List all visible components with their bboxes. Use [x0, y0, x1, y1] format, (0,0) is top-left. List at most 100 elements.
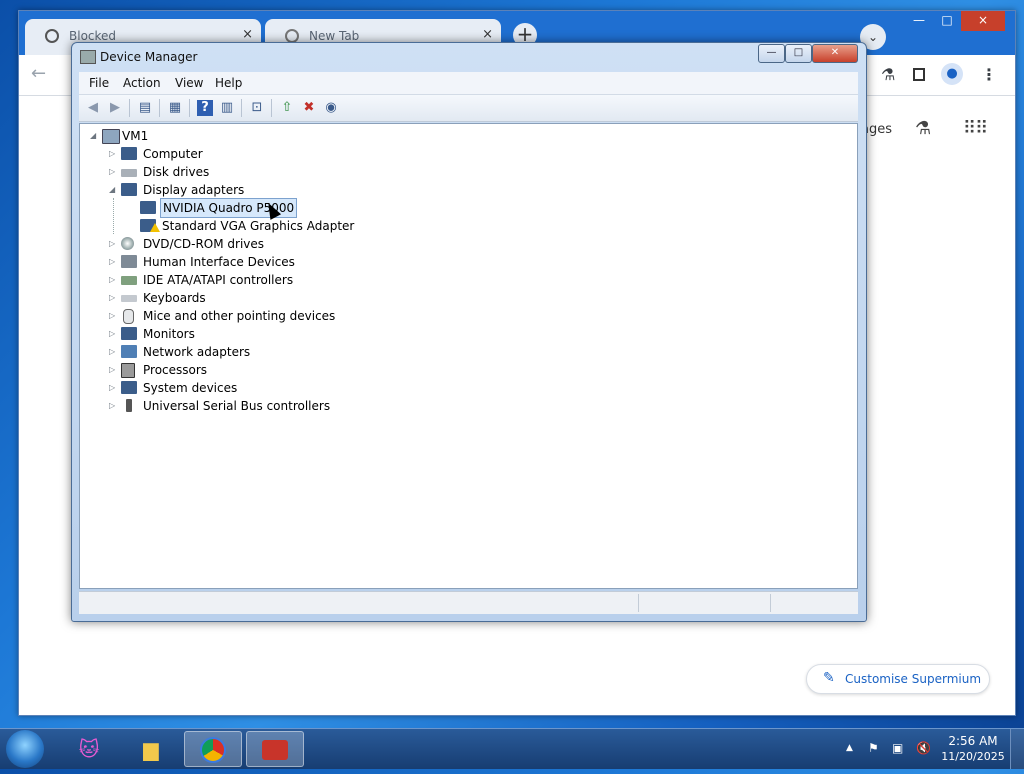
file-explorer-icon[interactable]: ▆: [122, 731, 180, 767]
disable-device-icon[interactable]: ◉: [323, 100, 339, 116]
scan-hardware-icon[interactable]: ⊡: [249, 100, 265, 116]
customise-button[interactable]: ✎ Customise Supermium: [806, 664, 990, 694]
browser-minimize-button[interactable]: —: [905, 11, 933, 31]
tree-guide-line: [113, 198, 114, 234]
chrome-icon[interactable]: [184, 731, 242, 767]
tree-item-label: Standard VGA Graphics Adapter: [162, 219, 355, 233]
computer-icon: [121, 147, 137, 160]
close-tab-icon[interactable]: ×: [242, 27, 253, 42]
expand-arrow-icon[interactable]: ▷: [109, 307, 119, 325]
expand-arrow-icon[interactable]: ▷: [109, 325, 119, 343]
tree-item-label: Computer: [143, 147, 203, 161]
chrome-logo: [200, 737, 226, 763]
labs-icon[interactable]: ⚗: [915, 118, 931, 139]
expand-arrow-icon[interactable]: ▷: [109, 289, 119, 307]
collapse-arrow-icon[interactable]: ◢: [109, 181, 119, 199]
close-tab-icon[interactable]: ×: [482, 27, 493, 42]
system-device-icon: [121, 381, 137, 394]
back-icon[interactable]: ◀: [85, 100, 101, 116]
device-manager-icon: [80, 50, 96, 64]
tree-item-label: Display adapters: [143, 183, 245, 197]
toolbar-separator: [159, 99, 160, 117]
tree-item-label: Monitors: [143, 327, 195, 341]
expand-arrow-icon[interactable]: ▷: [109, 379, 119, 397]
show-hidden-icon[interactable]: ▲: [846, 743, 853, 753]
title-bar[interactable]: Device Manager — □ ✕: [72, 43, 866, 71]
status-bar: [79, 591, 858, 614]
status-separator: [770, 594, 771, 612]
uninstall-icon[interactable]: ✖: [301, 100, 317, 116]
start-orb[interactable]: [6, 730, 44, 768]
toolbar-separator: [129, 99, 130, 117]
close-button[interactable]: ✕: [812, 44, 858, 63]
expand-arrow-icon[interactable]: ▷: [109, 253, 119, 271]
flask-icon[interactable]: ⚗: [881, 65, 895, 84]
device-tree: ◢ VM1 ▷ Computer ▷ Disk drives ◢ Display…: [79, 123, 858, 589]
processor-icon: [121, 363, 135, 378]
display-adapter-icon: [140, 201, 156, 214]
minimize-button[interactable]: —: [758, 44, 785, 63]
tree-item-label: IDE ATA/ATAPI controllers: [143, 273, 294, 287]
network-icon[interactable]: ▣: [892, 741, 903, 755]
expand-arrow-icon[interactable]: ▷: [109, 271, 119, 289]
maximize-button[interactable]: □: [785, 44, 812, 63]
collapse-arrow-icon[interactable]: ◢: [90, 127, 100, 145]
clock-date[interactable]: 11/20/2025: [940, 750, 1006, 763]
browser-close-button[interactable]: ×: [961, 11, 1005, 31]
expand-arrow-icon[interactable]: ▷: [109, 145, 119, 163]
expand-arrow-icon[interactable]: ▷: [109, 163, 119, 181]
monitor-icon: [121, 327, 137, 340]
toolbar: ◀ ▶ ▤ ▦ ? ▥ ⊡ ⇧ ✖ ◉: [79, 95, 858, 122]
toolbox-icon: [262, 740, 288, 760]
sidebar-icon[interactable]: [913, 68, 925, 81]
tab-title: New Tab: [309, 29, 360, 43]
menu-action[interactable]: Action: [123, 76, 161, 90]
ide-controller-icon: [121, 276, 137, 285]
tree-item-label: DVD/CD-ROM drives: [143, 237, 265, 251]
volume-muted-icon[interactable]: 🔇: [916, 741, 931, 755]
device-manager-icon[interactable]: [246, 731, 304, 767]
tree-item-label: Human Interface Devices: [143, 255, 295, 269]
hid-icon: [121, 255, 137, 268]
window-title: Device Manager: [100, 50, 198, 64]
menu-view[interactable]: View: [175, 76, 203, 90]
update-driver-icon[interactable]: ⇧: [279, 100, 295, 116]
pencil-icon: ✎: [823, 670, 835, 686]
expand-arrow-icon[interactable]: ▷: [109, 343, 119, 361]
expand-arrow-icon[interactable]: ▷: [109, 361, 119, 379]
back-arrow-icon[interactable]: ←: [31, 63, 46, 84]
tree-item-label: Mice and other pointing devices: [143, 309, 336, 323]
tree-item-label: Keyboards: [143, 291, 206, 305]
network-adapter-icon: [121, 345, 137, 358]
tab-title: Blocked: [69, 29, 117, 43]
toolbar-separator: [189, 99, 190, 117]
tree-root-label: VM1: [122, 129, 149, 143]
help-icon[interactable]: ?: [197, 100, 213, 116]
properties-icon[interactable]: ▦: [167, 100, 183, 116]
tree-item-label: Network adapters: [143, 345, 251, 359]
clock-time[interactable]: 2:56 AM: [940, 734, 1006, 748]
forward-icon[interactable]: ▶: [107, 100, 123, 116]
cat-app-icon[interactable]: 🐱: [60, 731, 118, 767]
chrome-icon: [285, 29, 299, 43]
expand-arrow-icon[interactable]: ▷: [109, 397, 119, 415]
expand-arrow-icon[interactable]: ▷: [109, 235, 119, 253]
tree-item-label: Universal Serial Bus controllers: [143, 399, 331, 413]
show-hide-action-pane-icon[interactable]: ▥: [219, 100, 235, 116]
show-hide-console-tree-icon[interactable]: ▤: [137, 100, 153, 116]
menu-help[interactable]: Help: [215, 76, 242, 90]
disk-drive-icon: [121, 169, 137, 177]
show-desktop-button[interactable]: [1010, 729, 1024, 769]
computer-icon: [102, 129, 120, 144]
menu-file[interactable]: File: [89, 76, 109, 90]
tree-item-label: Disk drives: [143, 165, 210, 179]
action-center-icon[interactable]: ⚑: [868, 741, 879, 755]
profile-icon[interactable]: ●: [941, 63, 963, 85]
menu-icon[interactable]: ⋮: [981, 65, 997, 84]
toolbar-separator: [241, 99, 242, 117]
browser-maximize-button[interactable]: □: [933, 11, 961, 31]
blocked-icon: [45, 29, 59, 43]
toolbar-separator: [271, 99, 272, 117]
apps-grid-icon[interactable]: ⠿⠿: [963, 118, 988, 139]
menu-bar: File Action View Help: [79, 72, 858, 95]
